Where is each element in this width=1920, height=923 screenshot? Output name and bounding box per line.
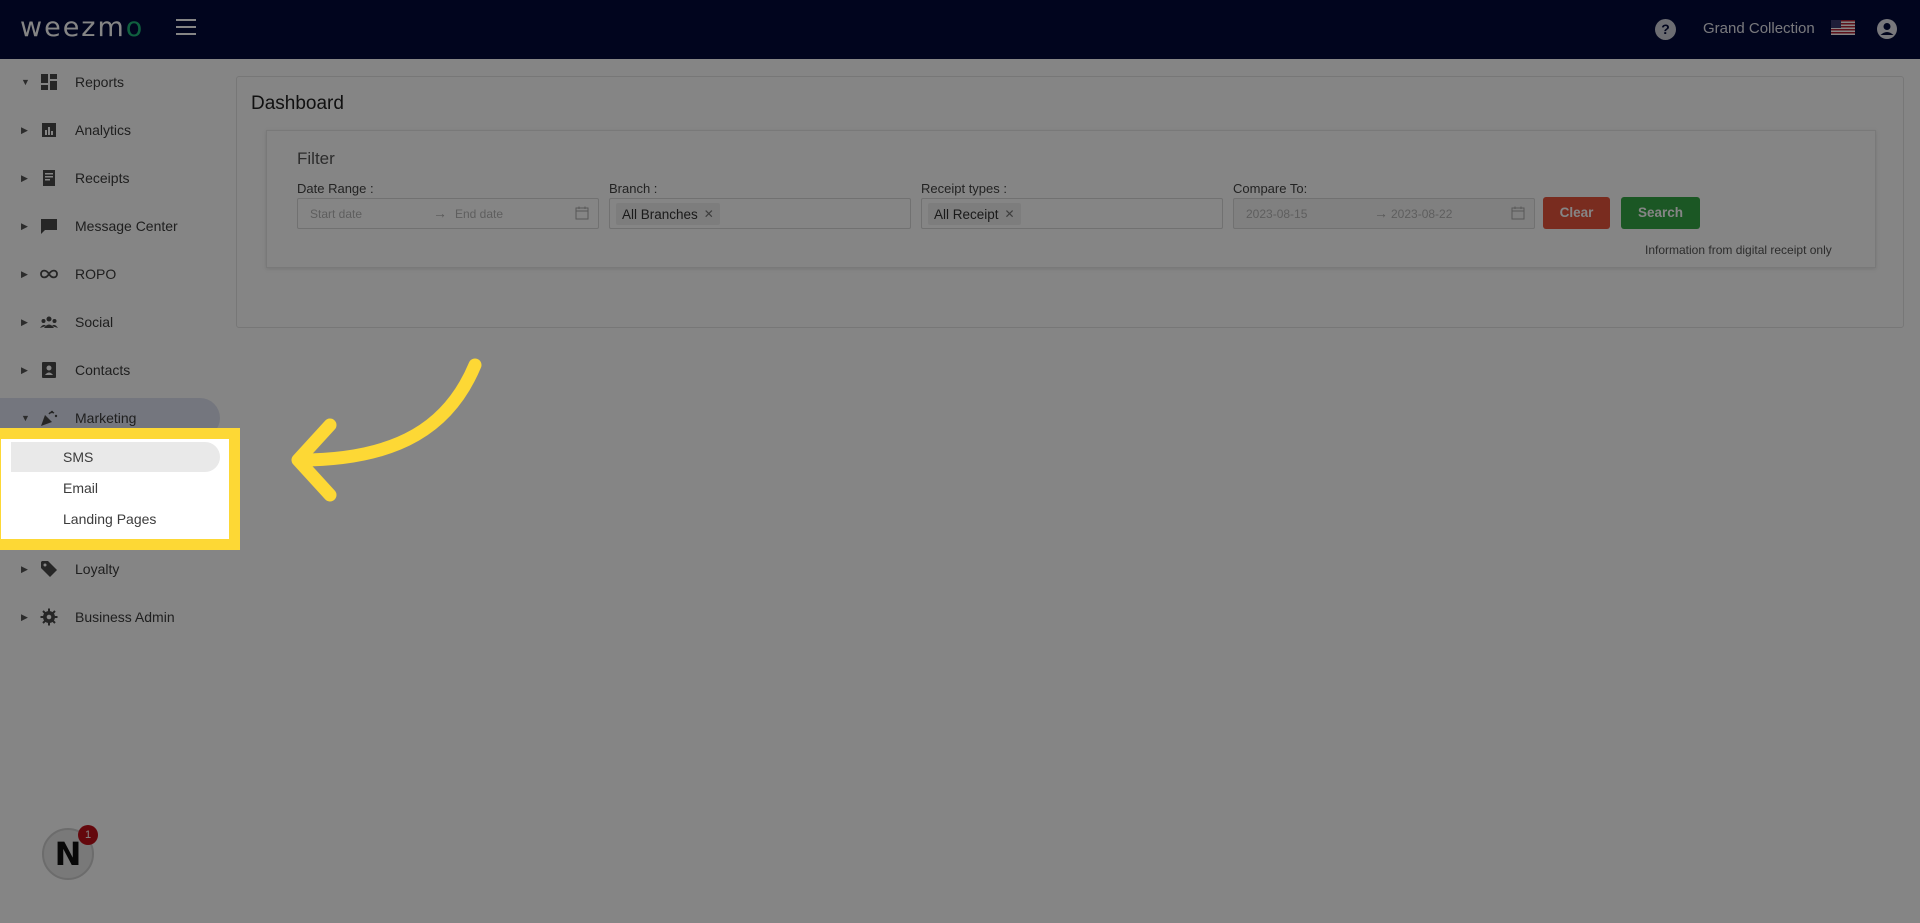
weezmo-logo[interactable]: weezmo — [20, 12, 144, 43]
us-flag-icon[interactable] — [1831, 20, 1855, 35]
sidebar-item-label: Receipts — [75, 170, 130, 186]
sidebar-item-label: Business Admin — [75, 609, 175, 625]
clear-button[interactable]: Clear — [1543, 197, 1610, 229]
notification-count: 1 — [78, 825, 98, 845]
sidebar-item-receipts[interactable]: ▶ Receipts — [0, 158, 220, 198]
end-date-input[interactable]: End date — [455, 207, 503, 221]
caret-down-icon: ▼ — [21, 77, 30, 87]
page-title: Dashboard — [251, 93, 344, 114]
branch-tag: All Branches ✕ — [616, 203, 720, 225]
digital-receipt-note: Information from digital receipt only — [1645, 243, 1832, 257]
contacts-icon — [42, 362, 56, 378]
compare-start-date[interactable]: 2023-08-15 — [1246, 207, 1307, 221]
branch-tag-label: All Branches — [622, 206, 698, 222]
date-range-label: Date Range : — [297, 181, 374, 196]
caret-right-icon: ▶ — [21, 124, 28, 135]
gear-icon — [40, 608, 58, 626]
celebration-icon — [41, 410, 58, 426]
submenu-item-label: SMS — [63, 449, 94, 465]
submenu-item-label: Email — [63, 480, 99, 496]
caret-right-icon: ▶ — [21, 268, 28, 279]
sidebar-item-loyalty[interactable]: ▶ Loyalty — [0, 549, 220, 589]
sidebar-item-contacts[interactable]: ▶ Contacts — [0, 350, 220, 390]
infinity-icon — [40, 269, 58, 279]
remove-tag-icon[interactable]: ✕ — [1005, 207, 1015, 221]
filter-title: Filter — [297, 149, 335, 168]
user-account-icon[interactable] — [1876, 18, 1898, 40]
sidebar-item-label: Message Center — [75, 218, 178, 234]
compare-end-date[interactable]: 2023-08-22 — [1391, 207, 1452, 221]
sidebar-item-ropo[interactable]: ▶ ROPO — [0, 254, 220, 294]
sidebar-item-social[interactable]: ▶ Social — [0, 302, 220, 342]
branch-label: Branch : — [609, 181, 658, 196]
sidebar-item-message-center[interactable]: ▶ Message Center — [0, 206, 220, 246]
caret-down-icon: ▼ — [21, 413, 30, 423]
sidebar-item-label: Contacts — [75, 362, 131, 378]
sidebar-item-label: ROPO — [75, 266, 117, 282]
curved-arrow-icon — [291, 358, 482, 502]
analytics-icon — [42, 123, 56, 137]
sidebar-item-analytics[interactable]: ▶ Analytics — [0, 110, 220, 150]
sidebar-item-label: Social — [75, 314, 114, 330]
arrow-right-icon: → — [1374, 205, 1388, 221]
compare-date-picker[interactable]: 2023-08-15 → 2023-08-22 — [1233, 198, 1535, 229]
date-range-picker[interactable]: Start date → End date — [297, 198, 599, 229]
sidebar-item-label: Analytics — [75, 122, 132, 138]
menu-icon[interactable] — [176, 19, 196, 37]
sidebar-item-label: Reports — [75, 74, 125, 90]
chat-icon — [41, 219, 57, 234]
search-button[interactable]: Search — [1621, 197, 1700, 229]
caret-right-icon: ▶ — [21, 172, 28, 183]
submenu-item-label: Landing Pages — [63, 511, 157, 527]
sidebar-item-business-admin[interactable]: ▶ Business Admin — [0, 597, 220, 637]
highlighted-marketing-submenu: SMS Email Landing Pages — [0, 428, 240, 550]
account-name[interactable]: Grand Collection — [1703, 20, 1815, 37]
dashboard-icon — [41, 74, 57, 90]
top-bar: weezmo ? Grand Collection — [0, 0, 1920, 59]
receipt-types-select[interactable]: All Receipt ✕ — [921, 198, 1223, 229]
receipt-type-tag-label: All Receipt — [934, 206, 999, 222]
arrow-right-icon: → — [433, 205, 447, 221]
receipt-icon — [43, 170, 55, 186]
submenu-item-sms[interactable]: SMS — [11, 442, 220, 472]
caret-right-icon: ▶ — [21, 364, 28, 375]
dashboard-card: Dashboard Filter Date Range : Start date… — [236, 76, 1904, 328]
remove-tag-icon[interactable]: ✕ — [704, 207, 714, 221]
submenu-item-email[interactable]: Email — [11, 473, 220, 503]
sidebar-item-label: Loyalty — [75, 561, 120, 577]
receipt-type-tag: All Receipt ✕ — [928, 203, 1021, 225]
submenu-item-landing-pages[interactable]: Landing Pages — [11, 504, 220, 534]
caret-right-icon: ▶ — [21, 316, 28, 327]
sidebar-item-label: Marketing — [75, 410, 137, 426]
receipt-types-label: Receipt types : — [921, 181, 1007, 196]
caret-right-icon: ▶ — [21, 220, 28, 231]
branch-select[interactable]: All Branches ✕ — [609, 198, 911, 229]
tag-icon — [41, 561, 57, 577]
help-icon[interactable]: ? — [1655, 19, 1676, 40]
calendar-icon[interactable] — [1511, 206, 1525, 220]
caret-right-icon: ▶ — [21, 611, 28, 622]
sidebar-item-reports[interactable]: ▼ Reports — [0, 62, 220, 102]
group-icon — [40, 316, 58, 328]
compare-to-label: Compare To: — [1233, 181, 1308, 196]
calendar-icon[interactable] — [575, 206, 589, 220]
start-date-input[interactable]: Start date — [310, 207, 362, 221]
filter-panel: Filter Date Range : Start date → End dat… — [266, 130, 1876, 268]
caret-right-icon: ▶ — [21, 563, 28, 574]
